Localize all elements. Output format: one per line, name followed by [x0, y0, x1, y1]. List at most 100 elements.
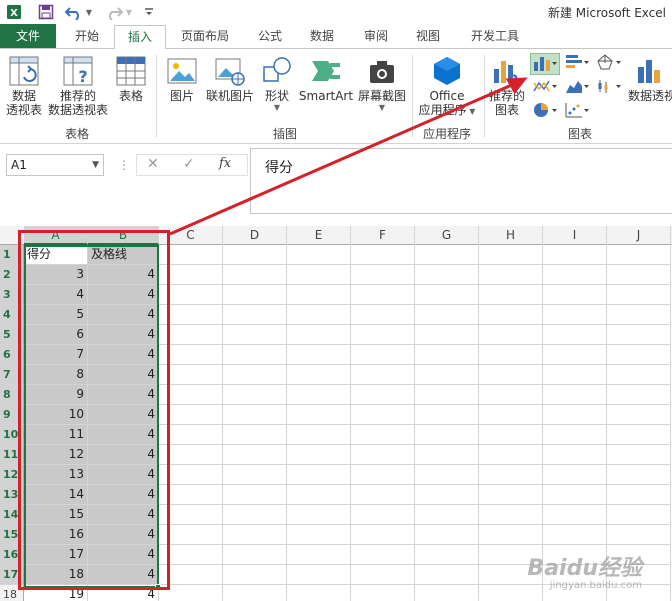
empty-cell[interactable]: [159, 485, 223, 505]
empty-cell[interactable]: [287, 265, 351, 285]
empty-cell[interactable]: [159, 465, 223, 485]
cell-a11[interactable]: 12: [24, 445, 88, 465]
empty-cell[interactable]: [351, 445, 415, 465]
empty-cell[interactable]: [159, 345, 223, 365]
row-header[interactable]: 10: [0, 425, 24, 445]
undo-dropdown-icon[interactable]: ▼: [84, 2, 94, 22]
cell-b17[interactable]: 4: [88, 565, 159, 585]
empty-cell[interactable]: [159, 325, 223, 345]
empty-cell[interactable]: [543, 385, 607, 405]
empty-cell[interactable]: [607, 445, 671, 465]
empty-cell[interactable]: [287, 245, 351, 265]
empty-cell[interactable]: [543, 305, 607, 325]
empty-cell[interactable]: [415, 565, 479, 585]
column-chart-button[interactable]: [530, 53, 560, 75]
empty-cell[interactable]: [415, 265, 479, 285]
smartart-button[interactable]: SmartArt: [296, 55, 356, 103]
empty-cell[interactable]: [159, 265, 223, 285]
empty-cell[interactable]: [351, 425, 415, 445]
empty-cell[interactable]: [351, 285, 415, 305]
cell-a4[interactable]: 5: [24, 305, 88, 325]
cell-a18[interactable]: 19: [24, 585, 88, 601]
empty-cell[interactable]: [607, 245, 671, 265]
empty-cell[interactable]: [223, 525, 287, 545]
empty-cell[interactable]: [479, 265, 543, 285]
cell-a8[interactable]: 9: [24, 385, 88, 405]
insert-function-icon[interactable]: fx: [219, 156, 231, 171]
empty-cell[interactable]: [351, 385, 415, 405]
pivot-chart-button[interactable]: 数据透视: [628, 55, 672, 103]
empty-cell[interactable]: [415, 525, 479, 545]
customize-toolbar-icon[interactable]: [142, 2, 156, 22]
empty-cell[interactable]: [543, 245, 607, 265]
empty-cell[interactable]: [223, 425, 287, 445]
cell-a2[interactable]: 3: [24, 265, 88, 285]
empty-cell[interactable]: [287, 285, 351, 305]
empty-cell[interactable]: [415, 405, 479, 425]
empty-cell[interactable]: [159, 405, 223, 425]
empty-cell[interactable]: [223, 305, 287, 325]
tab-developer[interactable]: 开发工具: [462, 24, 528, 48]
column-header-b[interactable]: B: [88, 226, 159, 245]
empty-cell[interactable]: [159, 565, 223, 585]
cell-a5[interactable]: 6: [24, 325, 88, 345]
tab-insert[interactable]: 插入: [114, 25, 166, 49]
bar-chart-button[interactable]: [562, 53, 592, 75]
empty-cell[interactable]: [223, 485, 287, 505]
empty-cell[interactable]: [287, 485, 351, 505]
recommended-charts-button[interactable]: ? 推荐的 图表: [486, 55, 528, 117]
tab-data[interactable]: 数据: [300, 24, 344, 48]
cell-b3[interactable]: 4: [88, 285, 159, 305]
empty-cell[interactable]: [159, 505, 223, 525]
empty-cell[interactable]: [479, 525, 543, 545]
empty-cell[interactable]: [159, 245, 223, 265]
empty-cell[interactable]: [479, 365, 543, 385]
empty-cell[interactable]: [479, 245, 543, 265]
empty-cell[interactable]: [479, 485, 543, 505]
empty-cell[interactable]: [415, 585, 479, 601]
office-apps-button[interactable]: Office 应用程序 ▼: [414, 55, 480, 119]
empty-cell[interactable]: [543, 325, 607, 345]
empty-cell[interactable]: [479, 345, 543, 365]
empty-cell[interactable]: [287, 565, 351, 585]
cell-a16[interactable]: 17: [24, 545, 88, 565]
pivot-table-button[interactable]: 数据 透视表: [2, 55, 46, 117]
row-header[interactable]: 2: [0, 265, 24, 285]
empty-cell[interactable]: [607, 525, 671, 545]
empty-cell[interactable]: [543, 505, 607, 525]
empty-cell[interactable]: [351, 265, 415, 285]
cancel-entry-icon[interactable]: ✕: [147, 156, 159, 172]
empty-cell[interactable]: [415, 365, 479, 385]
empty-cell[interactable]: [223, 325, 287, 345]
cell-a6[interactable]: 7: [24, 345, 88, 365]
empty-cell[interactable]: [287, 305, 351, 325]
empty-cell[interactable]: [287, 345, 351, 365]
cell-b6[interactable]: 4: [88, 345, 159, 365]
cell-b7[interactable]: 4: [88, 365, 159, 385]
empty-cell[interactable]: [607, 305, 671, 325]
empty-cell[interactable]: [223, 505, 287, 525]
picture-button[interactable]: 图片: [162, 55, 202, 103]
empty-cell[interactable]: [159, 445, 223, 465]
empty-cell[interactable]: [607, 425, 671, 445]
empty-cell[interactable]: [479, 325, 543, 345]
empty-cell[interactable]: [159, 585, 223, 601]
empty-cell[interactable]: [607, 505, 671, 525]
column-header-j[interactable]: J: [607, 226, 671, 245]
empty-cell[interactable]: [159, 425, 223, 445]
area-chart-button[interactable]: [562, 77, 592, 99]
empty-cell[interactable]: [287, 585, 351, 601]
tab-review[interactable]: 审阅: [354, 24, 398, 48]
empty-cell[interactable]: [543, 365, 607, 385]
row-header[interactable]: 15: [0, 525, 24, 545]
empty-cell[interactable]: [607, 325, 671, 345]
cell-b4[interactable]: 4: [88, 305, 159, 325]
confirm-entry-icon[interactable]: ✓: [183, 156, 195, 172]
empty-cell[interactable]: [287, 505, 351, 525]
empty-cell[interactable]: [351, 405, 415, 425]
empty-cell[interactable]: [415, 305, 479, 325]
empty-cell[interactable]: [351, 465, 415, 485]
row-header[interactable]: 8: [0, 385, 24, 405]
row-header[interactable]: 5: [0, 325, 24, 345]
column-header-i[interactable]: I: [543, 226, 607, 245]
